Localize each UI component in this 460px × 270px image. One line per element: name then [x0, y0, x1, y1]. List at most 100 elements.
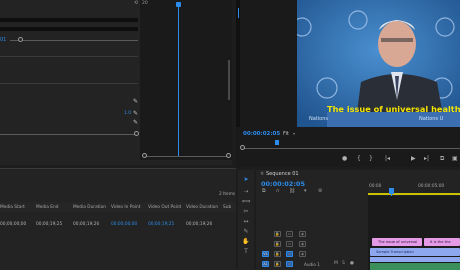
- selection-tool-icon[interactable]: ➤: [241, 176, 251, 184]
- eyedropper-icon[interactable]: ✎: [133, 98, 138, 105]
- fit-chevron-down-icon[interactable]: ▾: [293, 131, 295, 136]
- column-video-duration[interactable]: Video Duration: [186, 205, 218, 210]
- extract-icon[interactable]: ▣: [452, 155, 458, 162]
- sync-icon[interactable]: ▭: [286, 261, 293, 267]
- cell-media-start: 00;00;00;00: [0, 222, 27, 227]
- transcript-clip[interactable]: Sample Transcription: [370, 248, 460, 256]
- caption-clip-2[interactable]: It is the the: [424, 238, 460, 246]
- step-back-icon[interactable]: |◂: [385, 155, 390, 162]
- program-video-frame[interactable]: Nations Nations U The issue of universal…: [297, 0, 460, 127]
- v1-target-toggle[interactable]: V1: [262, 251, 269, 257]
- hand-tool-icon[interactable]: ✋: [241, 238, 251, 246]
- snap-icon[interactable]: ∩: [276, 188, 280, 194]
- play-icon[interactable]: ▶: [411, 155, 416, 162]
- effect-value-a[interactable]: 01: [0, 37, 6, 43]
- go-to-in-icon[interactable]: {: [357, 155, 361, 162]
- caption-clip-1[interactable]: The issue of universal: [372, 238, 422, 246]
- eye-icon[interactable]: ◉: [299, 251, 306, 257]
- effect-slider-knob-2[interactable]: [134, 131, 139, 136]
- podium-text-right: Nations U: [419, 116, 444, 122]
- cell-media-duration: 00;00;19;26: [73, 222, 100, 227]
- linked-selection-icon[interactable]: ⛓: [289, 188, 295, 194]
- sync-icon[interactable]: ▭: [286, 231, 293, 237]
- ripple-edit-tool-icon[interactable]: ⟺: [241, 198, 251, 206]
- project-panel-top-border: [0, 168, 236, 169]
- video-caption: The issue of universal health: [327, 104, 460, 114]
- column-media-duration[interactable]: Media Duration: [73, 205, 106, 210]
- project-panel: [0, 168, 236, 270]
- keyframe-scrollbar[interactable]: [228, 60, 230, 100]
- effect-slider-knob[interactable]: [18, 37, 23, 42]
- video-clip-v1[interactable]: [370, 257, 460, 262]
- audio-clip-a1[interactable]: [370, 263, 460, 270]
- program-fit-select[interactable]: Fit: [283, 131, 289, 137]
- wrench-icon[interactable]: ⚙: [318, 188, 322, 194]
- timeline-close-icon[interactable]: ×: [260, 171, 264, 177]
- type-tool-icon[interactable]: T: [241, 248, 251, 256]
- slip-tool-icon[interactable]: ↔: [241, 218, 251, 226]
- column-video-out-point[interactable]: Video Out Point: [148, 205, 181, 210]
- lock-icon[interactable]: 🔒: [274, 241, 281, 247]
- effect-divider: [0, 56, 138, 57]
- column-media-start[interactable]: Media Start: [0, 205, 25, 210]
- cell-video-in-point[interactable]: 00;00;00;00: [111, 222, 137, 227]
- column-sub[interactable]: Sub: [223, 205, 231, 210]
- mute-icon[interactable]: M: [334, 261, 338, 266]
- eye-icon[interactable]: ◉: [299, 241, 306, 247]
- step-forward-icon[interactable]: ▸|: [424, 155, 429, 162]
- effect-value-b[interactable]: 1.0: [124, 111, 131, 116]
- column-video-in-point[interactable]: Video In Point: [111, 205, 140, 210]
- program-timecode[interactable]: 00:00:02:05: [243, 131, 280, 137]
- mark-in-icon[interactable]: ●: [342, 155, 347, 162]
- mic-icon[interactable]: ●: [350, 261, 354, 266]
- keyframe-zoom-knob-2[interactable]: [226, 153, 231, 158]
- column-media-end[interactable]: Media End: [36, 205, 58, 210]
- effect-controls-panel: 01 ✎ 1.0 ✎ ✎ 20 ⟲: [0, 0, 232, 165]
- sync-icon[interactable]: ▭: [286, 241, 293, 247]
- effect-slider-track[interactable]: [10, 40, 138, 41]
- go-to-out-icon[interactable]: }: [369, 155, 373, 162]
- timeline-timecode[interactable]: 00:00:02:05: [261, 180, 305, 188]
- timeline-tab[interactable]: Sequence 01: [266, 171, 299, 177]
- lift-icon[interactable]: ⧉: [440, 155, 444, 163]
- lock-icon[interactable]: 🔒: [274, 251, 281, 257]
- program-monitor-blue-edge: [238, 8, 239, 18]
- lock-icon[interactable]: 🔒: [274, 231, 281, 237]
- keyframe-ruler-label: 20: [142, 1, 148, 6]
- program-scrub-start-knob[interactable]: [240, 145, 245, 150]
- cell-video-duration: 00;00;19;26: [186, 222, 213, 227]
- project-item-count: 2 Items: [219, 192, 236, 197]
- program-scrub-track[interactable]: [243, 148, 460, 149]
- track-header-v3: 🔒 ▭ ◉: [258, 229, 368, 239]
- work-area-bar[interactable]: [368, 193, 460, 195]
- razor-tool-icon[interactable]: ✂: [241, 208, 251, 216]
- track-header-a1: A1 🔒 ▭ Audio 1 M S ●: [258, 259, 368, 269]
- track-select-tool-icon[interactable]: ⇢: [241, 188, 251, 196]
- effect-controls-row-bar-2: [0, 27, 138, 31]
- reset-icon[interactable]: ⟲: [134, 0, 138, 6]
- pen-tool-icon[interactable]: ✎: [241, 228, 251, 236]
- nest-icon[interactable]: ⧉: [262, 188, 266, 194]
- program-monitor-left-bar: [236, 0, 240, 127]
- keyframe-zoom-track[interactable]: [144, 156, 228, 157]
- sync-icon[interactable]: ▭: [286, 251, 293, 257]
- keyframe-playhead-line: [178, 6, 179, 156]
- podium-text-left: Nations: [309, 116, 328, 122]
- effect-controls-header: [0, 0, 140, 8]
- program-playhead-marker[interactable]: [275, 140, 279, 145]
- add-marker-icon[interactable]: ▾: [304, 188, 307, 194]
- a1-target-toggle[interactable]: A1: [262, 261, 269, 267]
- eyedropper-icon-3[interactable]: ✎: [133, 119, 138, 126]
- track-header-v1: V1 🔒 ▭ ◉: [258, 249, 368, 259]
- effect-controls-row-bar: [0, 18, 138, 22]
- eyedropper-icon-2[interactable]: ✎: [133, 110, 138, 117]
- cell-video-out-point[interactable]: 00;00;19;25: [148, 222, 174, 227]
- timeline-ruler[interactable]: [368, 178, 460, 192]
- effect-slider-track-2[interactable]: [0, 134, 136, 135]
- solo-icon[interactable]: S: [342, 261, 345, 266]
- eye-icon[interactable]: ◉: [299, 231, 306, 237]
- keyframe-zoom-knob[interactable]: [142, 153, 147, 158]
- ruler-start-label: 00:00: [369, 184, 382, 189]
- keyframe-area[interactable]: [140, 0, 232, 160]
- lock-icon[interactable]: 🔒: [274, 261, 281, 267]
